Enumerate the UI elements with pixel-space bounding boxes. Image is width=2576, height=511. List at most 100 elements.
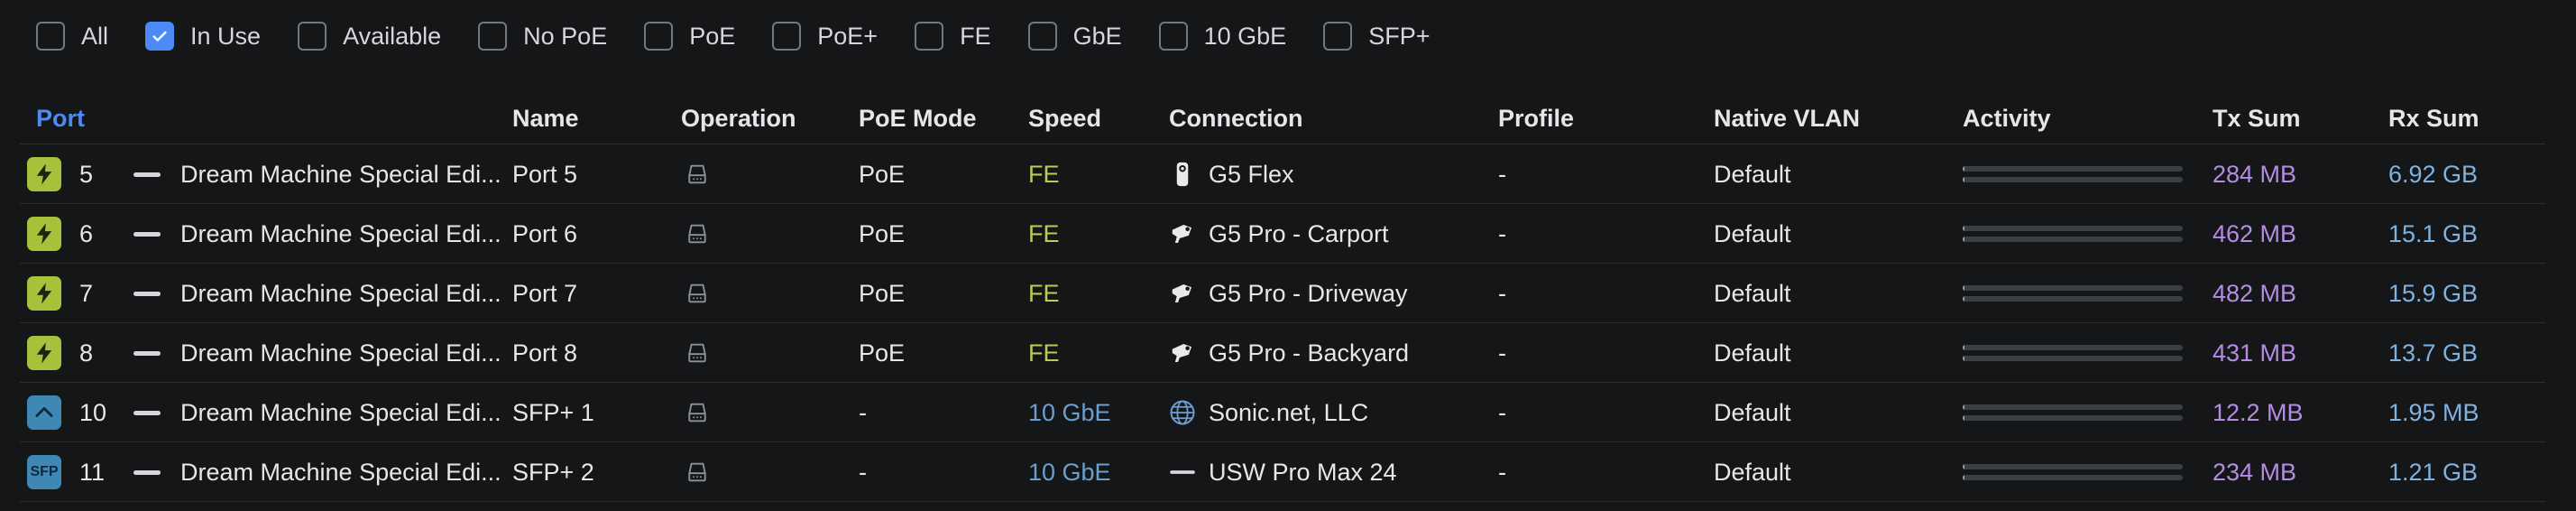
ports-table: Port Name Operation PoE Mode Speed Conne… — [20, 94, 2545, 502]
filter-checkbox[interactable] — [36, 22, 65, 51]
gateway-device-icon — [133, 172, 161, 177]
filter-checkbox[interactable] — [145, 22, 175, 51]
connection[interactable]: G5 Pro - Driveway — [1169, 264, 1408, 323]
rx-activity-bar — [1963, 415, 2183, 421]
table-row[interactable]: 8 Dream Machine Special Edi... Port 8 PoE FE… — [20, 323, 2545, 383]
column-header-port[interactable]: Port — [36, 105, 85, 133]
column-header-connection[interactable]: Connection — [1169, 105, 1303, 133]
activity-bars — [1963, 264, 2183, 323]
activity-bars — [1963, 204, 2183, 264]
globe-icon — [1169, 399, 1196, 426]
switching-icon — [685, 400, 710, 425]
lightning-icon — [27, 157, 61, 191]
filter-checkbox[interactable] — [772, 22, 802, 51]
filter-poe-plus[interactable]: PoE+ — [772, 22, 878, 51]
table-row[interactable]: 7 Dream Machine Special Edi... Port 7 PoE FE… — [20, 264, 2545, 323]
connection[interactable]: USW Pro Max 24 — [1169, 442, 1397, 502]
filter-all[interactable]: All — [36, 22, 108, 51]
rx-sum: 1.21 GB — [2388, 458, 2479, 486]
switch-device-icon — [1169, 459, 1196, 486]
column-header-poe-mode[interactable]: PoE Mode — [859, 105, 977, 133]
filter-label: FE — [960, 22, 991, 50]
tx-activity-bar — [1963, 404, 2183, 410]
table-row[interactable]: 10 Dream Machine Special Edi... SFP+ 1 - 10 … — [20, 383, 2545, 442]
switching-icon — [685, 460, 710, 485]
filter-sfp-plus[interactable]: SFP+ — [1323, 22, 1430, 51]
filter-10-gbe[interactable]: 10 GbE — [1158, 22, 1286, 51]
rx-sum: 15.9 GB — [2388, 279, 2479, 307]
filter-label: SFP+ — [1368, 22, 1431, 50]
filter-in-use[interactable]: In Use — [145, 22, 261, 51]
port-profile: - — [1498, 160, 1506, 188]
connection-name: G5 Flex — [1209, 160, 1294, 188]
filter-fe[interactable]: FE — [915, 22, 991, 51]
port-name: SFP+ 1 — [512, 398, 594, 426]
connection[interactable]: G5 Pro - Carport — [1169, 204, 1389, 264]
switching-icon — [685, 281, 710, 306]
link-speed: FE — [1028, 339, 1060, 367]
column-header-profile[interactable]: Profile — [1498, 105, 1574, 133]
tx-sum: 234 MB — [2213, 458, 2297, 486]
port-name: SFP+ 2 — [512, 458, 594, 486]
column-header-tx-sum[interactable]: Tx Sum — [2213, 105, 2301, 133]
link-speed: FE — [1028, 219, 1060, 247]
poe-mode: - — [859, 398, 867, 426]
column-header-rx-sum[interactable]: Rx Sum — [2388, 105, 2479, 133]
filter-label: Available — [343, 22, 442, 50]
gateway-device-icon — [133, 291, 161, 296]
filter-gbe[interactable]: GbE — [1027, 22, 1122, 51]
rx-sum: 1.95 MB — [2388, 398, 2479, 426]
lightning-icon — [27, 336, 61, 370]
lightning-icon — [27, 217, 61, 251]
table-row[interactable]: 6 Dream Machine Special Edi... Port 6 PoE FE… — [20, 204, 2545, 264]
port-profile: - — [1498, 339, 1506, 367]
table-row[interactable]: SFP 11 Dream Machine Special Edi... SFP+ 2 -… — [20, 442, 2545, 502]
column-header-name[interactable]: Name — [512, 105, 579, 133]
table-row[interactable]: 5 Dream Machine Special Edi... Port 5 PoE FE… — [20, 144, 2545, 204]
poe-mode: PoE — [859, 160, 906, 188]
camera-bullet-icon — [1169, 220, 1196, 247]
column-header-speed[interactable]: Speed — [1028, 105, 1101, 133]
filter-poe[interactable]: PoE — [644, 22, 735, 51]
camera-bullet-icon — [1169, 339, 1196, 367]
connection[interactable]: Sonic.net, LLC — [1169, 383, 1368, 442]
filter-available[interactable]: Available — [298, 22, 441, 51]
filter-label: All — [81, 22, 109, 50]
connection[interactable]: G5 Pro - Backyard — [1169, 323, 1409, 383]
filter-checkbox[interactable] — [1158, 22, 1188, 51]
filter-checkbox[interactable] — [1027, 22, 1057, 51]
port-number: 10 — [79, 398, 107, 426]
filter-no-poe[interactable]: No PoE — [478, 22, 607, 51]
sfp-icon: SFP — [27, 455, 61, 489]
filter-checkbox[interactable] — [478, 22, 508, 51]
filter-checkbox[interactable] — [298, 22, 327, 51]
device-name: Dream Machine Special Edi... — [180, 279, 501, 307]
device-name: Dream Machine Special Edi... — [180, 458, 501, 486]
filter-checkbox[interactable] — [644, 22, 674, 51]
filter-label: In Use — [190, 22, 262, 50]
connection[interactable]: G5 Flex — [1169, 144, 1294, 204]
filter-checkbox[interactable] — [1323, 22, 1353, 51]
device-name: Dream Machine Special Edi... — [180, 219, 501, 247]
gateway-device-icon — [133, 231, 161, 237]
port-profile: - — [1498, 398, 1506, 426]
rx-sum: 15.1 GB — [2388, 219, 2479, 247]
port-name: Port 5 — [512, 160, 578, 188]
port-number: 7 — [79, 279, 94, 307]
rx-activity-bar — [1963, 296, 2183, 302]
filter-checkbox[interactable] — [915, 22, 944, 51]
activity-bars — [1963, 323, 2183, 383]
rx-activity-bar — [1963, 177, 2183, 182]
column-header-native-vlan[interactable]: Native VLAN — [1714, 105, 1860, 133]
wan-uplink-icon — [27, 395, 61, 430]
native-vlan: Default — [1714, 279, 1791, 307]
poe-mode: - — [859, 458, 867, 486]
link-speed: 10 GbE — [1028, 398, 1111, 426]
native-vlan: Default — [1714, 458, 1791, 486]
gateway-device-icon — [133, 469, 161, 475]
column-header-activity[interactable]: Activity — [1963, 105, 2051, 133]
column-header-operation[interactable]: Operation — [681, 105, 796, 133]
connection-name: G5 Pro - Driveway — [1209, 279, 1408, 307]
tx-sum: 431 MB — [2213, 339, 2297, 367]
rx-sum: 13.7 GB — [2388, 339, 2479, 367]
